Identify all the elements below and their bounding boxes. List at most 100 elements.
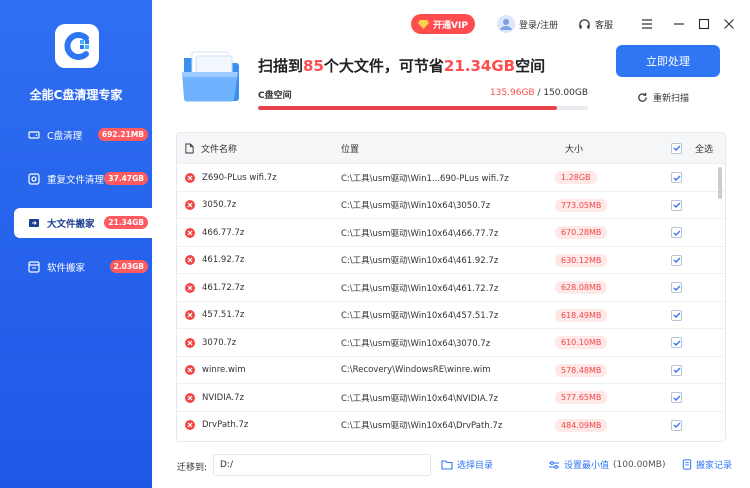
sidebar-item-software-move[interactable]: 软件搬家 2.03GB: [14, 252, 152, 282]
minimize-button[interactable]: [672, 14, 686, 34]
logo-icon: [64, 32, 89, 60]
choose-directory-button[interactable]: 选择目录: [441, 458, 493, 471]
minimize-icon: [674, 23, 684, 25]
destination-path-input[interactable]: [213, 454, 431, 476]
file-size-cell: 630.12MB: [555, 247, 608, 275]
disk-total: 150.00GB: [543, 88, 588, 98]
remove-icon[interactable]: [185, 200, 195, 211]
remove-icon[interactable]: [185, 392, 195, 403]
sidebar-item-label: C盘清理: [47, 131, 83, 142]
check-icon: [673, 312, 680, 319]
remove-icon[interactable]: [185, 420, 195, 431]
file-name: NVIDIA.7z: [202, 392, 244, 403]
row-checkbox[interactable]: [671, 357, 682, 385]
app-logo: [55, 24, 99, 68]
file-count: 85: [303, 57, 324, 75]
file-name: DrvPath.7z: [202, 420, 249, 431]
sidebar-badge: 692.21MB: [97, 128, 148, 141]
remove-icon[interactable]: [185, 282, 195, 293]
header-name: 文件名称: [185, 133, 237, 163]
table-row[interactable]: NVIDIA.7z C:\工具\usm驱动\Win10x64\NVIDIA.7z 5…: [177, 383, 725, 411]
process-now-button[interactable]: 立即处理: [616, 45, 720, 77]
maximize-button[interactable]: [697, 14, 711, 34]
sidebar-badge: 2.03GB: [109, 260, 148, 273]
rescan-button[interactable]: 重新扫描: [637, 91, 689, 104]
table-row[interactable]: 3070.7z C:\工具\usm驱动\Win10x64\3070.7z 610.1…: [177, 328, 725, 356]
file-location: C:\工具\usm驱动\Win10x64\461.72.7z: [341, 283, 499, 294]
file-name-cell: 3050.7z: [185, 192, 236, 220]
file-size-cell: 628.08MB: [555, 274, 608, 302]
service-label: 客服: [595, 20, 614, 31]
file-name: Z690-PLus wifi.7z: [202, 172, 277, 183]
service-button[interactable]: 客服: [578, 14, 613, 34]
header-location: 位置: [341, 144, 360, 155]
check-icon: [673, 202, 680, 209]
sidebar-item-large-file-move[interactable]: 大文件搬家 21.34GB: [14, 208, 152, 238]
row-checkbox[interactable]: [671, 274, 682, 302]
row-checkbox[interactable]: [671, 302, 682, 330]
remove-icon[interactable]: [185, 365, 195, 376]
sidebar-item-duplicate-clean[interactable]: 重复文件清理 37.47GB: [14, 164, 152, 194]
file-location: C:\工具\usm驱动\Win10x64\457.51.7z: [341, 311, 499, 322]
app-title: 全能C盘清理专家: [29, 88, 123, 102]
row-checkbox[interactable]: [671, 412, 682, 440]
file-location: C:\工具\usm驱动\Win10x64\3070.7z: [341, 338, 491, 349]
file-location: C:\工具\usm驱动\Win1...690-PLus wifi.7z: [341, 173, 509, 184]
menu-button[interactable]: [640, 14, 654, 34]
vip-button[interactable]: 开通VIP: [411, 14, 475, 34]
move-log-button[interactable]: 搬家记录: [682, 458, 732, 471]
file-name: 461.92.7z: [202, 255, 245, 266]
remove-icon[interactable]: [185, 310, 195, 321]
check-icon: [673, 175, 680, 181]
row-checkbox[interactable]: [671, 164, 682, 192]
table-row[interactable]: DrvPath.7z C:\工具\usm驱动\Win10x64\DrvPath.7…: [177, 410, 725, 440]
table-row[interactable]: 466.77.7z C:\工具\usm驱动\Win10x64\466.77.7z 6…: [177, 218, 725, 246]
row-checkbox[interactable]: [671, 192, 682, 220]
file-name: 3050.7z: [202, 200, 237, 211]
file-name-cell: NVIDIA.7z: [185, 384, 244, 412]
sidebar-item-label: 软件搬家: [47, 263, 86, 274]
close-button[interactable]: [722, 14, 736, 34]
file-name-cell: 461.72.7z: [185, 274, 244, 302]
header-select-all: 全选: [695, 144, 714, 155]
table-row[interactable]: 457.51.7z C:\工具\usm驱动\Win10x64\457.51.7z 6…: [177, 300, 725, 330]
diamond-icon: [418, 19, 430, 29]
file-name-cell: 466.77.7z: [185, 219, 244, 247]
file-size: 578.48MB: [555, 363, 608, 377]
check-icon: [673, 285, 680, 291]
set-min-value-button[interactable]: 设置最小值 (100.00MB): [548, 458, 665, 471]
file-name: winre.wim: [202, 365, 246, 376]
login-button[interactable]: 登录/注册: [497, 14, 558, 34]
disk-progress-fill: [258, 106, 557, 110]
sidebar-item-c-clean[interactable]: C盘清理 692.21MB: [14, 120, 152, 150]
file-size: 1.28GB: [555, 171, 597, 185]
remove-icon[interactable]: [185, 172, 195, 183]
table-row[interactable]: 3050.7z C:\工具\usm驱动\Win10x64\3050.7z 773.0…: [177, 190, 725, 220]
row-checkbox[interactable]: [671, 247, 682, 275]
file-location: C:\工具\usm驱动\Win10x64\DrvPath.7z: [341, 421, 503, 432]
remove-icon[interactable]: [185, 255, 195, 266]
remove-icon[interactable]: [185, 337, 195, 348]
headset-icon: [579, 18, 590, 29]
min-value: (100.00MB): [613, 459, 666, 470]
table-row[interactable]: 461.72.7z C:\工具\usm驱动\Win10x64\461.72.7z 6…: [177, 273, 725, 301]
table-row[interactable]: 461.92.7z C:\工具\usm驱动\Win10x64\461.92.7z 6…: [177, 245, 725, 275]
sidebar-badge: 37.47GB: [104, 172, 148, 185]
table-scrollbar[interactable]: [718, 167, 722, 199]
row-checkbox[interactable]: [671, 219, 682, 247]
row-checkbox[interactable]: [671, 329, 682, 357]
select-all-checkbox[interactable]: [671, 133, 682, 163]
file-table: 文件名称 位置 大小 全选 Z690-PLus wifi.7z C:\工具\usm…: [176, 132, 726, 442]
row-checkbox[interactable]: [671, 384, 682, 412]
sidebar-badge: 21.34GB: [104, 216, 148, 229]
file-name: 466.77.7z: [202, 227, 245, 238]
table-row[interactable]: winre.wim C:\Recovery\WindowsRE\winre.wim…: [177, 355, 725, 385]
disk-used: 135.96GB: [489, 88, 535, 98]
file-size-cell: 670.28MB: [555, 219, 608, 247]
file-size-cell: 1.28GB: [555, 164, 597, 192]
check-icon: [673, 422, 680, 429]
folder-illustration-icon: [182, 51, 239, 102]
file-size-cell: 610.10MB: [555, 329, 608, 357]
remove-icon[interactable]: [185, 227, 195, 238]
table-row[interactable]: Z690-PLus wifi.7z C:\工具\usm驱动\Win1...690-…: [177, 163, 725, 191]
